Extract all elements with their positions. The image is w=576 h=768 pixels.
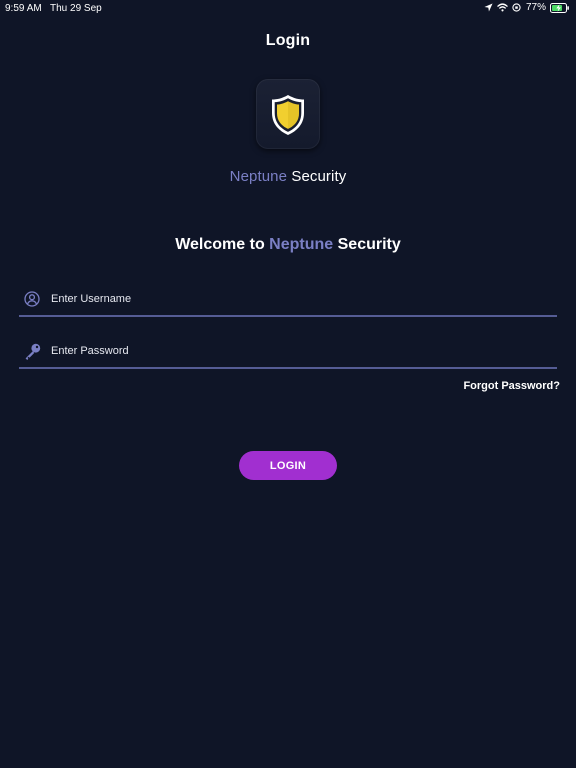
status-date: Thu 29 Sep <box>50 3 102 14</box>
orientation-lock-icon <box>512 3 521 12</box>
forgot-password-link[interactable]: Forgot Password? <box>463 380 560 392</box>
user-icon <box>24 291 40 312</box>
key-icon <box>24 343 41 365</box>
password-input[interactable] <box>51 337 551 365</box>
username-field[interactable] <box>19 285 557 317</box>
welcome-prefix: Welcome to <box>175 236 265 253</box>
welcome-accent: Neptune <box>269 236 334 253</box>
app-logo <box>256 79 320 149</box>
page-title: Login <box>265 32 311 49</box>
battery-percentage: 77% <box>525 2 546 13</box>
welcome-suffix: Security <box>337 236 401 253</box>
brand-name: Neptune Security <box>0 168 576 185</box>
username-input[interactable] <box>51 285 551 313</box>
location-arrow-icon <box>484 3 493 12</box>
brand-name-rest: Security <box>291 168 347 185</box>
password-field[interactable] <box>19 337 557 369</box>
login-button[interactable]: LOGIN <box>239 451 337 480</box>
brand-name-accent: Neptune <box>229 168 288 185</box>
battery-charging-icon <box>550 2 570 13</box>
status-time: 9:59 AM <box>5 3 42 14</box>
status-bar: 9:59 AM Thu 29 Sep 77% <box>0 0 576 16</box>
wifi-icon <box>497 3 508 12</box>
shield-icon <box>272 95 304 135</box>
welcome-heading: Welcome to Neptune Security <box>0 236 576 254</box>
status-indicators: 77% <box>484 2 570 13</box>
